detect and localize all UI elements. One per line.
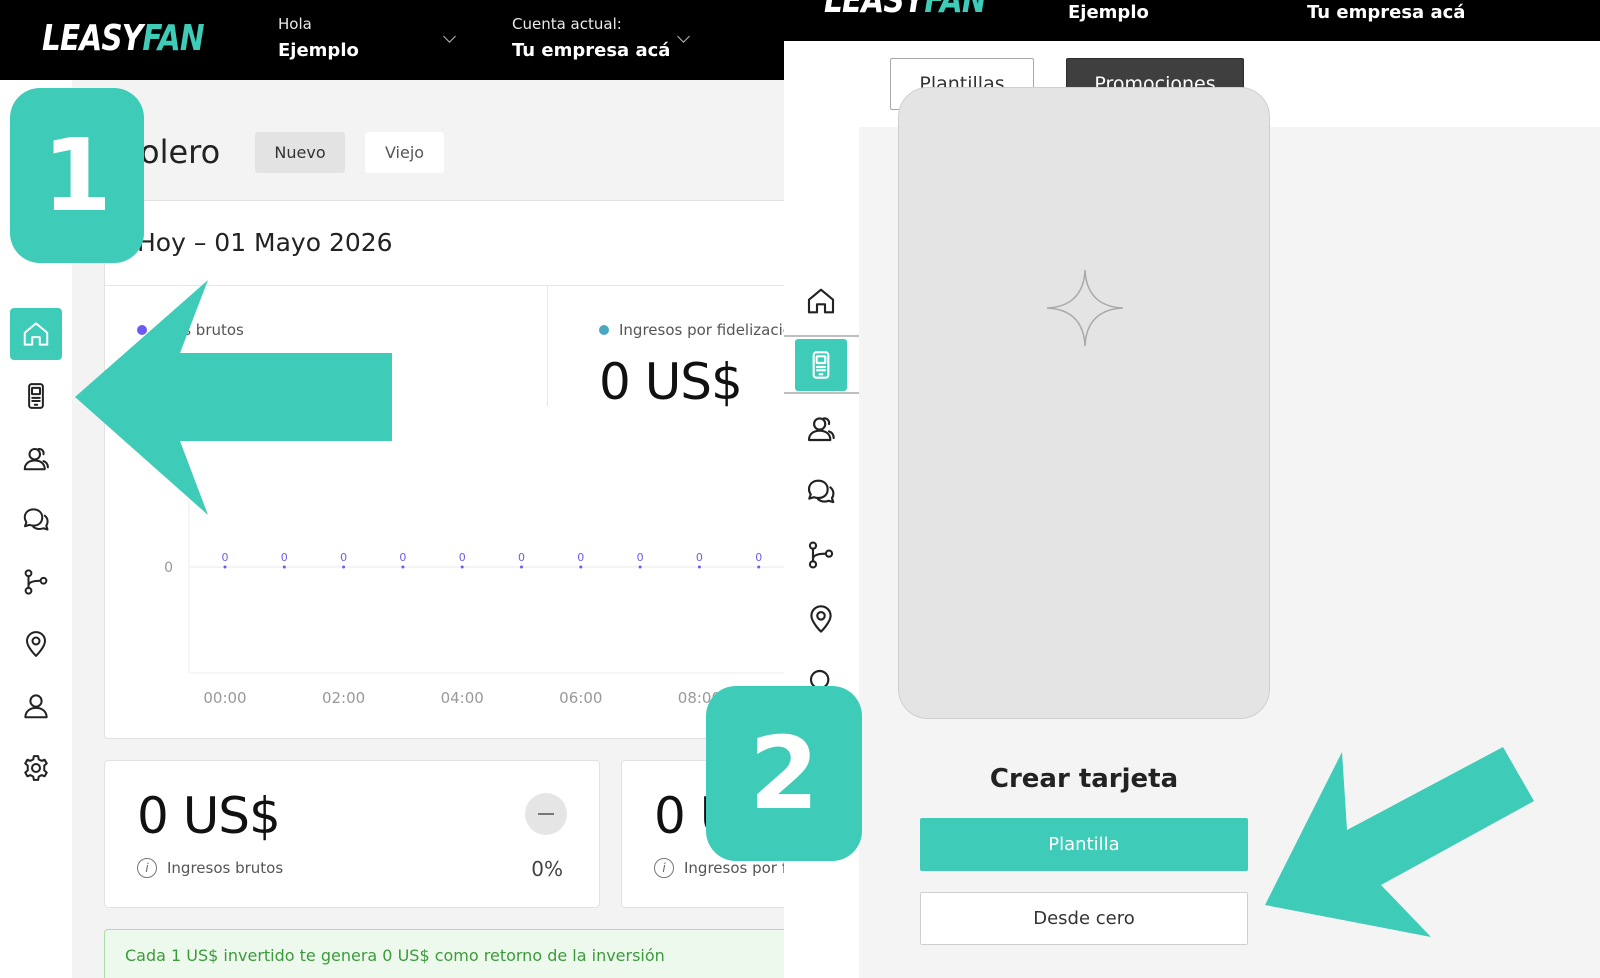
chat-icon bbox=[807, 479, 835, 504]
data-point bbox=[638, 565, 642, 569]
home-icon bbox=[807, 288, 835, 314]
sidebar-item-locations[interactable] bbox=[795, 593, 847, 645]
location-pin-icon bbox=[810, 605, 832, 633]
sidebar-item-profile[interactable] bbox=[10, 680, 62, 732]
sidebar-item-settings[interactable] bbox=[10, 742, 62, 794]
info-icon[interactable]: i bbox=[654, 858, 674, 878]
data-point bbox=[697, 565, 701, 569]
top-bar: LEASYFAN Hola Ejemplo Cuenta actual: Tu … bbox=[0, 0, 784, 80]
chevron-down-icon[interactable] bbox=[443, 30, 456, 43]
sidebar-item-messages[interactable] bbox=[10, 494, 62, 546]
data-label: 0 bbox=[459, 551, 466, 564]
logo-text-part2: FAN bbox=[924, 0, 986, 21]
template-button[interactable]: Plantilla bbox=[920, 818, 1248, 871]
chat-icon bbox=[23, 508, 49, 531]
users-icon bbox=[807, 417, 835, 442]
leasyfan-logo[interactable]: LEASYFAN bbox=[42, 18, 205, 59]
sidebar-item-cards[interactable] bbox=[795, 339, 847, 391]
sidebar-item-messages[interactable] bbox=[795, 466, 847, 518]
roi-banner-text: Cada 1 US$ invertido te genera 0 US$ com… bbox=[125, 946, 665, 965]
sidebar-item-automations[interactable] bbox=[795, 529, 847, 581]
settings-icon bbox=[24, 755, 48, 781]
data-point bbox=[401, 565, 405, 569]
flow-icon bbox=[24, 569, 48, 595]
data-label: 0 bbox=[222, 551, 229, 564]
from-scratch-button[interactable]: Desde cero bbox=[920, 892, 1248, 945]
flow-icon bbox=[808, 541, 834, 569]
logo-text-part1: LEASY bbox=[42, 18, 143, 59]
data-point bbox=[460, 565, 464, 569]
dashboard-panel: LEASYFAN Hola Ejemplo Cuenta actual: Tu … bbox=[0, 0, 784, 978]
gross-revenue-value: 0 US$ bbox=[137, 787, 281, 845]
data-label: 0 bbox=[399, 551, 406, 564]
sidebar-item-customers[interactable] bbox=[795, 402, 847, 454]
top-bar: LEASYFAN Ejemplo Tu empresa acá bbox=[784, 0, 1600, 41]
divider bbox=[784, 335, 859, 337]
location-pin-icon bbox=[26, 631, 46, 657]
user-icon bbox=[24, 694, 48, 719]
y-tick-label: 0 bbox=[164, 560, 173, 576]
logo-text-part2: FAN bbox=[142, 18, 204, 59]
data-label: 0 bbox=[518, 551, 525, 564]
stat-label: i Ingresos brutos bbox=[137, 858, 283, 878]
sidebar-item-cards[interactable] bbox=[10, 370, 62, 422]
account-switcher[interactable]: Tu empresa acá bbox=[1307, 2, 1465, 23]
tab-nuevo[interactable]: Nuevo bbox=[255, 132, 345, 173]
card-preview-placeholder[interactable] bbox=[898, 87, 1270, 719]
info-icon[interactable]: i bbox=[137, 858, 157, 878]
users-icon bbox=[23, 447, 49, 471]
tab-viejo[interactable]: Viejo bbox=[365, 132, 444, 173]
home-icon bbox=[23, 322, 49, 346]
card-creation-panel: LEASYFAN Ejemplo Tu empresa acá Plantill… bbox=[784, 0, 1600, 978]
sidebar-item-home[interactable] bbox=[795, 275, 847, 327]
x-tick-label: 06:00 bbox=[559, 689, 602, 707]
data-label: 0 bbox=[637, 551, 644, 564]
data-point bbox=[520, 565, 523, 569]
stat-label-text: Ingresos por fi bbox=[684, 859, 784, 877]
trend-neutral-icon bbox=[525, 793, 567, 835]
logo-text-part1: LEASY bbox=[824, 0, 925, 21]
data-point bbox=[579, 565, 583, 569]
divider bbox=[784, 392, 859, 394]
stat-label: i Ingresos por fi bbox=[654, 858, 784, 878]
chevron-down-icon[interactable] bbox=[677, 30, 690, 43]
sidebar-item-automations[interactable] bbox=[10, 556, 62, 608]
data-label: 0 bbox=[696, 551, 703, 564]
create-card-title: Crear tarjeta bbox=[989, 764, 1179, 794]
data-point bbox=[282, 565, 286, 569]
data-point bbox=[757, 565, 761, 569]
greeting-label: Hola bbox=[278, 15, 312, 33]
user-menu[interactable]: Ejemplo bbox=[278, 40, 359, 61]
x-tick-label: 00:00 bbox=[203, 689, 246, 707]
data-label: 0 bbox=[281, 551, 288, 564]
page-title: olero bbox=[140, 133, 221, 171]
data-label: 0 bbox=[755, 551, 762, 564]
sidebar-item-locations[interactable] bbox=[10, 618, 62, 670]
sidebar-item-home[interactable] bbox=[10, 308, 62, 360]
change-percent: 0% bbox=[531, 857, 563, 881]
account-label: Cuenta actual: bbox=[512, 15, 622, 33]
roi-banner: Cada 1 US$ invertido te genera 0 US$ com… bbox=[104, 929, 784, 978]
account-switcher[interactable]: Tu empresa acá bbox=[512, 40, 670, 61]
leasyfan-logo[interactable]: LEASYFAN bbox=[824, 0, 987, 21]
sparkle-plus-icon bbox=[1046, 269, 1124, 347]
hourly-revenue-chart: 00 0 0 0 0 0 0 0 0 000:00 02:00 04:00 06:00 08:00 bbox=[164, 471, 784, 707]
user-menu[interactable]: Ejemplo bbox=[1068, 2, 1149, 23]
revenue-chart-card: Hoy – 01 Mayo 2026 esos brutos Ingresos … bbox=[104, 200, 784, 739]
step-2-badge: 2 bbox=[706, 686, 862, 861]
phone-card-icon bbox=[28, 383, 44, 409]
sidebar-item-customers[interactable] bbox=[10, 432, 62, 484]
gross-revenue-card: 0 US$ i Ingresos brutos 0% bbox=[104, 760, 600, 908]
data-label: 0 bbox=[577, 551, 584, 564]
data-point bbox=[223, 565, 227, 569]
stat-label-text: Ingresos brutos bbox=[167, 859, 284, 877]
card-editor: Crear tarjeta Plantilla Desde cero bbox=[859, 87, 1600, 978]
data-point bbox=[342, 565, 346, 569]
data-label: 0 bbox=[340, 551, 347, 564]
x-tick-label: 04:00 bbox=[441, 689, 484, 707]
phone-card-icon bbox=[812, 351, 830, 379]
step-1-badge: 1 bbox=[10, 88, 144, 263]
x-tick-label: 02:00 bbox=[322, 689, 365, 707]
